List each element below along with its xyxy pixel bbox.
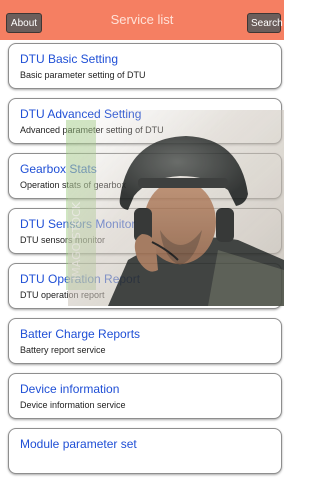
- service-title: DTU Basic Setting: [20, 52, 119, 66]
- service-subtitle: DTU operation report: [20, 290, 105, 300]
- app-header: About Service list Search: [0, 0, 284, 40]
- service-subtitle: Operation stats of gearbox: [20, 180, 127, 190]
- service-subtitle: Device information service: [20, 400, 126, 410]
- service-item-dtu-operation-report[interactable]: DTU Operation Report DTU operation repor…: [8, 263, 282, 309]
- page-title: Service list: [110, 12, 174, 27]
- service-subtitle: DTU sensors monitor: [20, 235, 106, 245]
- service-subtitle: Basic parameter setting of DTU: [20, 70, 146, 80]
- service-item-module-parameter-set[interactable]: Module parameter set: [8, 428, 282, 474]
- service-title: Device information: [20, 382, 120, 396]
- service-item-dtu-sensors-monitor[interactable]: DTU Sensors Monitor DTU sensors monitor: [8, 208, 282, 254]
- service-subtitle: Battery report service: [20, 345, 106, 355]
- service-title: Gearbox Stats: [20, 162, 97, 176]
- service-subtitle: Advanced parameter setting of DTU: [20, 125, 164, 135]
- service-title: DTU Operation Report: [20, 272, 141, 286]
- service-title: DTU Sensors Monitor: [20, 217, 136, 231]
- search-button[interactable]: Search: [247, 13, 283, 33]
- service-title: DTU Advanced Setting: [20, 107, 142, 121]
- service-item-dtu-basic-setting[interactable]: DTU Basic Setting Basic parameter settin…: [8, 43, 282, 89]
- service-title: Batter Charge Reports: [20, 327, 141, 341]
- service-list: DTU Basic Setting Basic parameter settin…: [8, 43, 282, 483]
- service-item-gearbox-stats[interactable]: Gearbox Stats Operation stats of gearbox: [8, 153, 282, 199]
- service-item-dtu-advanced-setting[interactable]: DTU Advanced Setting Advanced parameter …: [8, 98, 282, 144]
- service-item-batter-charge-reports[interactable]: Batter Charge Reports Battery report ser…: [8, 318, 282, 364]
- service-title: Module parameter set: [20, 437, 137, 451]
- service-item-device-information[interactable]: Device information Device information se…: [8, 373, 282, 419]
